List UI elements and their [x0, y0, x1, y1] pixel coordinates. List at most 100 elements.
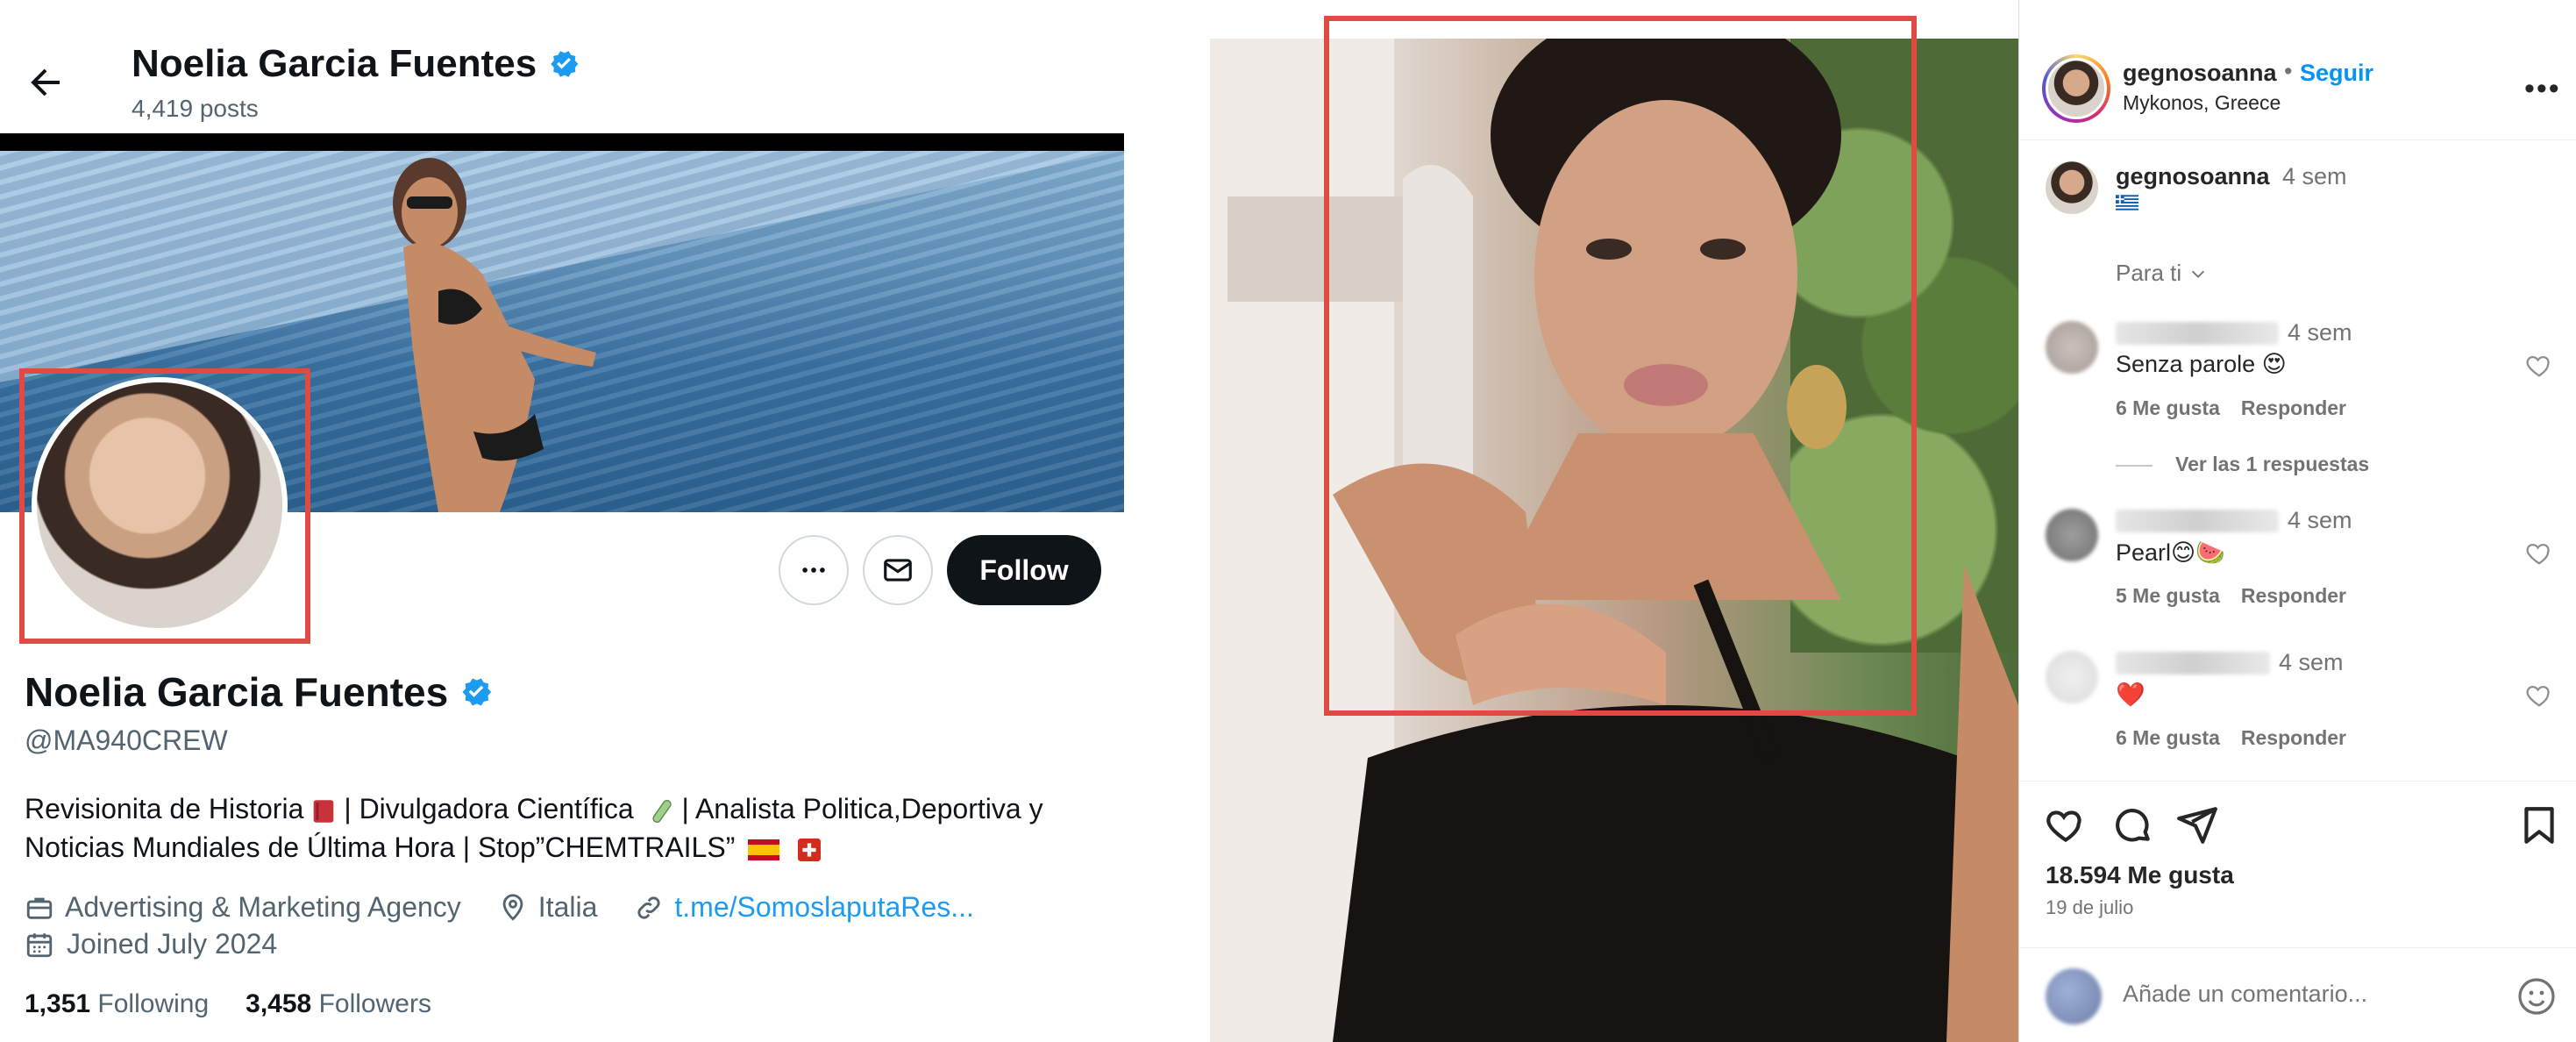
comment-likes[interactable]: 6 Me gusta	[2116, 726, 2220, 750]
instagram-comments-panel: gegnosoanna • Seguir Mykonos, Greece •••…	[2018, 0, 2576, 1042]
mail-icon	[884, 559, 912, 582]
ig-author-username[interactable]: gegnosoanna	[2123, 60, 2277, 87]
heart-icon[interactable]	[2524, 351, 2554, 381]
comment-icon[interactable]	[2110, 803, 2154, 847]
swiss-flag-icon	[798, 838, 822, 861]
following-stat[interactable]: 1,351 Following	[25, 989, 209, 1019]
actions-separator	[2019, 781, 2576, 782]
reply-button[interactable]: Responder	[2241, 396, 2346, 420]
blurred-username	[2116, 509, 2279, 532]
comment-likes[interactable]: 5 Me gusta	[2116, 584, 2220, 608]
followers-count: 3,458	[246, 989, 312, 1018]
location-item: Italia	[498, 891, 598, 924]
location-text: Italia	[537, 891, 598, 923]
location-icon	[502, 893, 523, 921]
blurred-username	[2116, 321, 2279, 345]
category-text: Advertising & Marketing Agency	[65, 891, 461, 923]
comment-time: 4 sem	[2288, 319, 2352, 346]
comment-author-row: 4 sem	[2116, 507, 2352, 534]
photo-highlight-box	[1324, 16, 1917, 716]
comment-text: ❤️	[2116, 682, 2145, 708]
joined-row: Joined July 2024	[25, 928, 277, 960]
follow-stats: 1,351 Following 3,458 Followers	[25, 989, 431, 1019]
comment-input[interactable]	[2123, 981, 2491, 1008]
avatar-highlight-box	[19, 368, 310, 644]
link-item[interactable]: t.me/SomoslaputaRes...	[634, 891, 974, 924]
likes-count[interactable]: 18.594 Me gusta	[2046, 861, 2234, 889]
bio-text-1: Revisionita de Historia	[25, 793, 304, 824]
chevron-down-icon	[2192, 270, 2205, 278]
comment-avatar[interactable]	[2046, 321, 2098, 374]
more-icon[interactable]: •••	[2524, 72, 2561, 106]
ig-author-avatar[interactable]	[2042, 54, 2110, 123]
follow-button[interactable]: Follow	[947, 535, 1101, 605]
comments-sort-dropdown[interactable]: Para ti	[2116, 260, 2208, 287]
comment-meta: 6 Me gusta Responder	[2116, 726, 2346, 750]
blurred-username	[2116, 651, 2270, 674]
comment-text: Pearl😊🍉	[2116, 539, 2225, 566]
comment-time: 4 sem	[2279, 649, 2344, 675]
header-name-text: Noelia Garcia Fuentes	[132, 42, 537, 85]
comment-likes[interactable]: 6 Me gusta	[2116, 396, 2220, 420]
followers-stat[interactable]: 3,458 Followers	[246, 989, 431, 1019]
back-arrow-icon[interactable]	[25, 61, 67, 103]
emoji-icon[interactable]	[2516, 975, 2558, 1017]
test-tube-icon	[651, 799, 672, 823]
separator-dot: •	[2284, 58, 2293, 84]
joined-text: Joined July 2024	[67, 928, 278, 960]
message-button[interactable]	[863, 535, 933, 605]
red-book-icon	[314, 799, 334, 823]
profile-meta-row: Advertising & Marketing Agency Italia t.…	[25, 891, 974, 924]
sort-label: Para ti	[2116, 260, 2182, 286]
view-replies-button[interactable]: Ver las 1 respuestas	[2175, 453, 2369, 476]
post-date: 19 de julio	[2046, 896, 2134, 918]
posts-count: 4,419 posts	[132, 95, 259, 122]
comment-author-row: 4 sem	[2116, 319, 2352, 346]
profile-name-text: Noelia Garcia Fuentes	[25, 669, 449, 715]
verified-badge-icon	[462, 678, 492, 706]
bookmark-icon[interactable]	[2517, 803, 2561, 847]
comment-avatar[interactable]	[2046, 651, 2098, 703]
x-profile-panel: Noelia Garcia Fuentes 4,419 posts Follow…	[0, 0, 1124, 1042]
caption-username[interactable]: gegnosoanna	[2116, 163, 2270, 190]
comment-avatar[interactable]	[2046, 509, 2098, 561]
profile-link[interactable]: t.me/SomoslaputaRes...	[674, 891, 973, 924]
caption-time: 4 sem	[2282, 163, 2347, 189]
like-icon[interactable]	[2044, 803, 2088, 847]
comment-meta: 5 Me gusta Responder	[2116, 584, 2346, 608]
comment-time: 4 sem	[2288, 507, 2352, 533]
bio-text-2: | Divulgadora Científica	[344, 793, 642, 824]
banner-person-figure	[393, 158, 596, 512]
more-icon	[802, 567, 825, 573]
heart-icon[interactable]	[2524, 539, 2554, 568]
comment-author-row: 4 sem	[2116, 649, 2344, 676]
caption-avatar[interactable]	[2046, 161, 2098, 214]
heart-icon[interactable]	[2524, 681, 2554, 710]
ig-follow-button[interactable]: Seguir	[2300, 60, 2373, 87]
viewer-avatar	[2046, 968, 2102, 1024]
verified-badge-icon	[551, 51, 579, 77]
share-icon[interactable]	[2175, 803, 2219, 847]
category-item: Advertising & Marketing Agency	[25, 891, 461, 924]
banner-top-bar	[0, 133, 1124, 151]
following-label: Following	[97, 989, 210, 1018]
header-name: Noelia Garcia Fuentes	[132, 42, 580, 86]
following-count: 1,351	[25, 989, 91, 1018]
comment-separator	[2019, 947, 2576, 948]
briefcase-icon	[26, 897, 53, 919]
profile-name: Noelia Garcia Fuentes	[25, 668, 494, 716]
followers-label: Followers	[318, 989, 431, 1018]
more-options-button[interactable]	[779, 535, 849, 605]
spain-flag-icon	[748, 839, 780, 860]
calendar-icon	[26, 932, 53, 957]
comment-text: Senza parole 😍	[2116, 351, 2287, 377]
link-icon	[637, 896, 660, 919]
reply-button[interactable]: Responder	[2241, 584, 2346, 608]
profile-handle: @MA940CREW	[25, 724, 228, 756]
ig-post-location[interactable]: Mykonos, Greece	[2123, 91, 2281, 115]
replies-line	[2116, 465, 2153, 467]
comment-meta: 6 Me gusta Responder	[2116, 396, 2346, 420]
profile-bio: Revisionita de Historia | Divulgadora Cie…	[25, 789, 1103, 867]
greece-flag-icon	[2116, 195, 2138, 211]
reply-button[interactable]: Responder	[2241, 726, 2346, 750]
